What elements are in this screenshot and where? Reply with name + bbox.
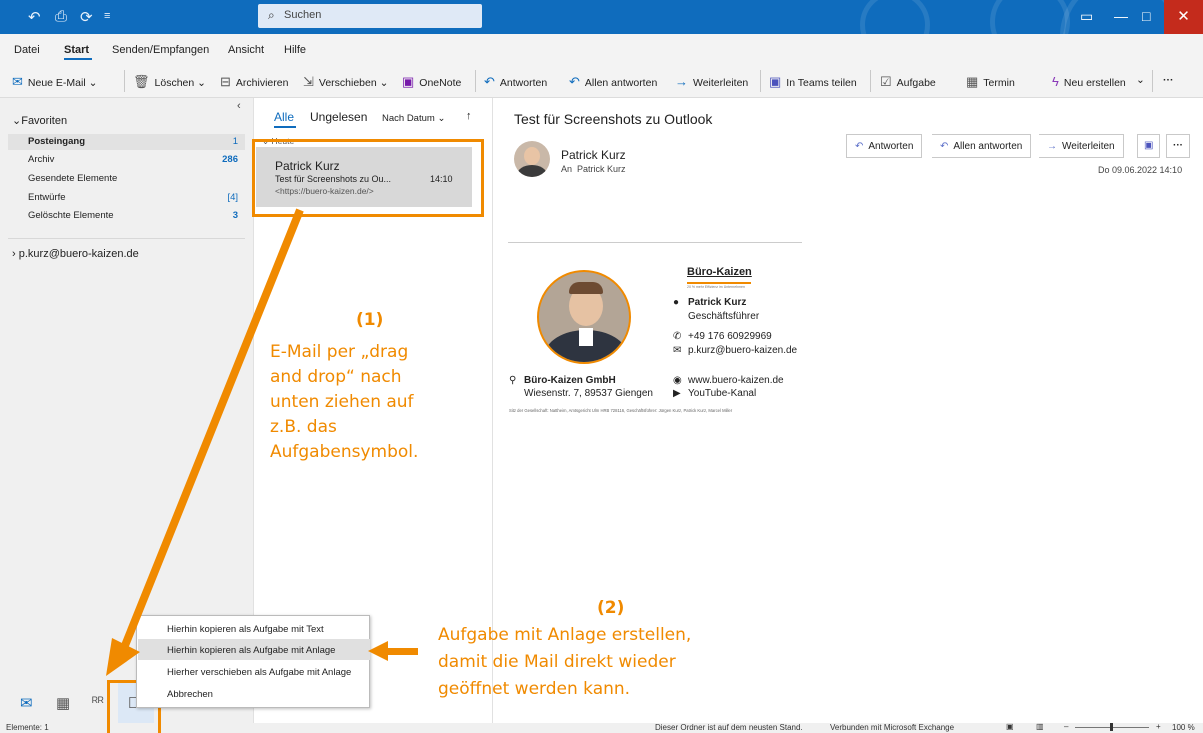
annotation-step1-line: and drop“ nach <box>270 367 402 387</box>
annotation-step1-line: unten ziehen auf <box>270 392 414 412</box>
annotation-step1-number: (1) <box>356 310 384 330</box>
annotation-step1-line: E-Mail per „drag <box>270 342 409 362</box>
menu-arrow-line <box>384 648 418 655</box>
menu-arrow-head <box>368 641 388 661</box>
annotation-step1-line: Aufgabensymbol. <box>270 442 419 462</box>
annotation-step1-line: z.B. das <box>270 417 337 437</box>
annotation-step2-line: geöffnet werden kann. <box>438 679 631 699</box>
annotation-step2-number: (2) <box>597 598 625 618</box>
annotation-step2-line: Aufgabe mit Anlage erstellen, <box>438 625 692 645</box>
annotation-step2-line: damit die Mail direkt wieder <box>438 652 676 672</box>
drag-arrow-head <box>106 638 140 676</box>
